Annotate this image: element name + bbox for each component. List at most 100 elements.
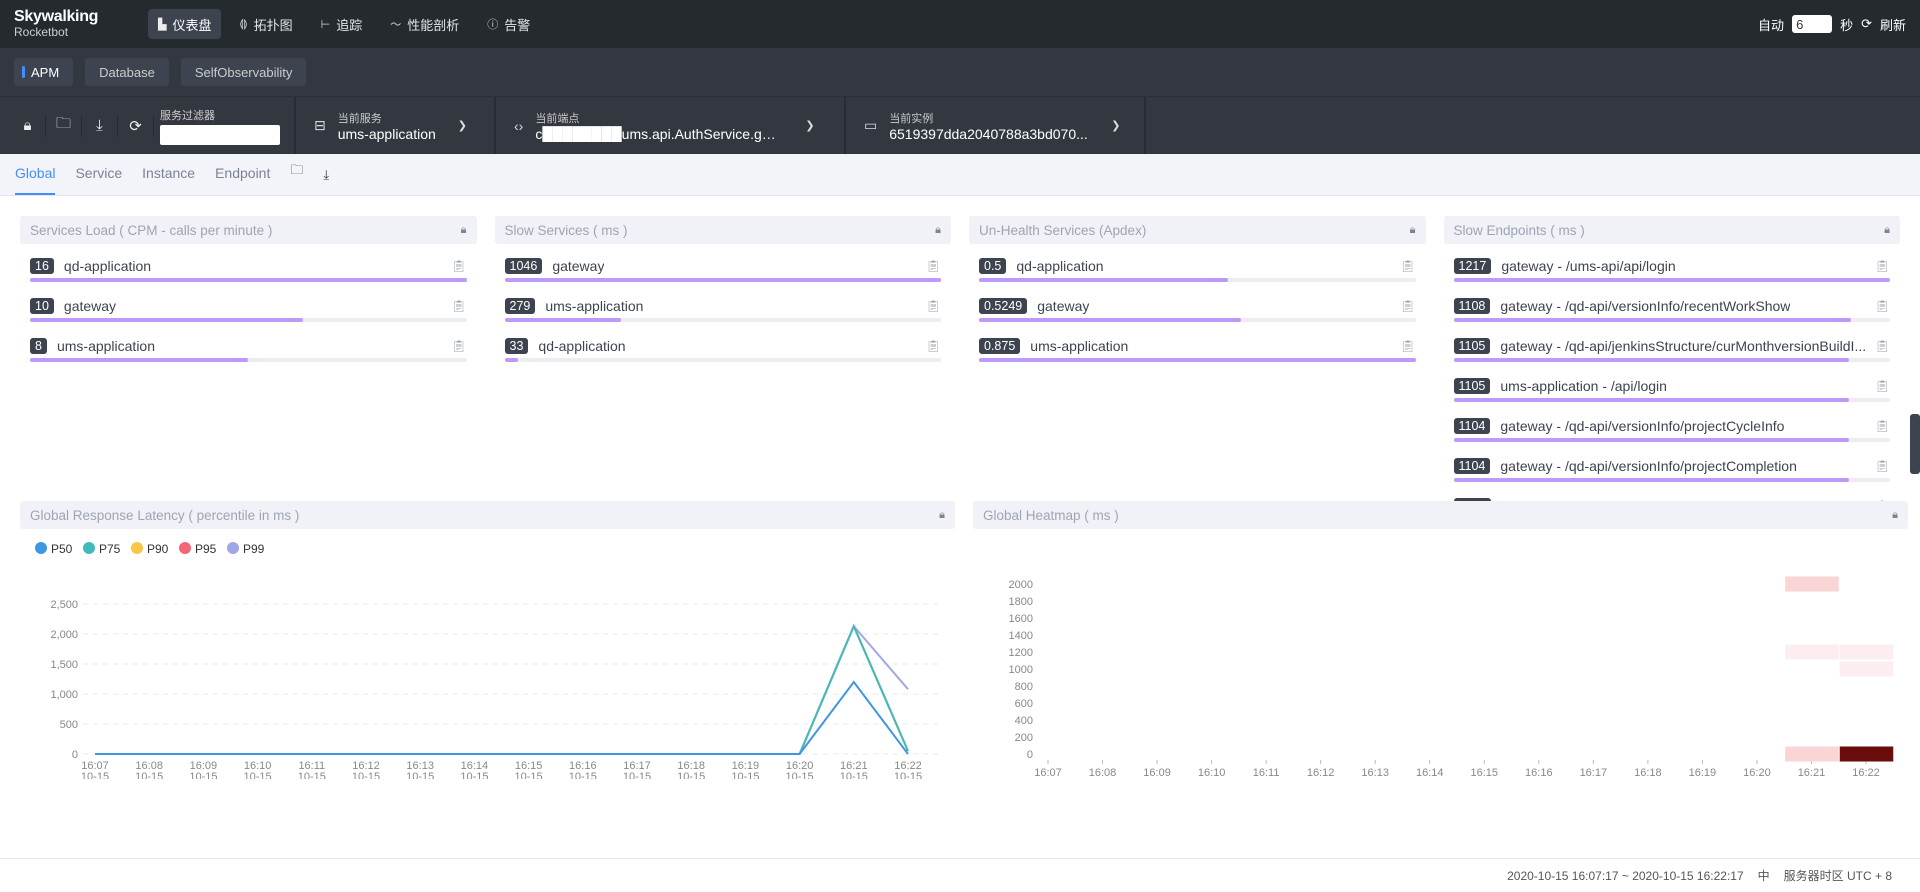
list-item[interactable]: 0.5 qd-application 📋︎: [979, 250, 1416, 290]
subtab-apm[interactable]: APM: [14, 58, 74, 86]
list-item[interactable]: 8 ums-application 📋︎: [30, 330, 467, 370]
copy-icon[interactable]: 📋︎: [1875, 259, 1890, 273]
instance-selector[interactable]: ▭ 当前实例 6519397dda2040788a3bd070... ❯: [846, 97, 1146, 154]
nav-item-4[interactable]: ⓘ 告警: [477, 9, 540, 39]
lock-icon[interactable]: 🔒︎: [1884, 224, 1890, 237]
instance-selector-label: 当前实例: [889, 112, 934, 125]
refresh-controls: 自动 秒 ⟳ 刷新: [1758, 15, 1906, 34]
nav-item-2[interactable]: ⊢ 追踪: [311, 9, 373, 39]
copy-icon[interactable]: 📋︎: [1400, 299, 1415, 313]
folder-icon[interactable]: 🗀: [290, 161, 303, 195]
legend-marker-p95: [179, 542, 191, 554]
list-item[interactable]: 33 qd-application 📋︎: [504, 330, 941, 370]
value-badge: 16: [30, 258, 54, 274]
series-line-p75: [95, 623, 909, 755]
copy-icon[interactable]: 📋︎: [1875, 459, 1890, 473]
metric-card: Services Load ( CPM - calls per minute )…: [20, 216, 477, 501]
nav-item-3[interactable]: 〜性能剖析: [380, 9, 469, 39]
copy-icon[interactable]: 📋︎: [926, 259, 941, 273]
list-item[interactable]: 0.5249 gateway 📋︎: [979, 290, 1416, 330]
language-toggle[interactable]: 中: [1758, 867, 1770, 884]
refresh-interval-input[interactable]: [1792, 15, 1833, 33]
scrollbar-handle[interactable]: [1910, 414, 1920, 474]
copy-icon[interactable]: 📋︎: [451, 339, 466, 353]
lock-icon[interactable]: 🔒︎: [935, 224, 941, 237]
copy-icon[interactable]: 📋︎: [926, 299, 941, 313]
list-item[interactable]: 1104 gateway - /qd-api/versionInfo/projec…: [1453, 450, 1890, 490]
list-item[interactable]: 1105 ums-application - /api/login 📋︎: [1453, 370, 1890, 410]
progress-track: [979, 358, 1416, 362]
endpoint-selector-value: c████████ums.api.AuthService.getO...: [535, 125, 784, 142]
copy-icon[interactable]: 📋︎: [926, 339, 941, 353]
value-badge: 1105: [1453, 338, 1491, 354]
lock-icon[interactable]: 🔒︎: [1892, 509, 1898, 522]
tab-instance[interactable]: Instance: [142, 165, 195, 195]
copy-icon[interactable]: 📋︎: [451, 259, 466, 273]
copy-icon[interactable]: 📋︎: [1875, 379, 1890, 393]
x-tick-label: 16:0910-15: [1143, 767, 1171, 779]
service-filter-input[interactable]: [160, 125, 280, 145]
x-tick-label: 16:2010-15: [1743, 767, 1771, 779]
subtab-label: SelfObservability: [194, 64, 293, 80]
item-name: qd-application: [538, 338, 626, 354]
folder-icon[interactable]: 🗀: [46, 114, 82, 137]
instance-selector-value: 6519397dda2040788a3bd070...: [889, 125, 1088, 142]
value-badge: 0.875: [979, 338, 1021, 354]
lock-icon[interactable]: 🔒︎: [939, 509, 945, 522]
download-icon[interactable]: ⤓: [323, 167, 329, 195]
auto-refresh-toggle[interactable]: 自动: [1758, 15, 1784, 34]
x-tick-label: 16:1710-15: [1579, 767, 1607, 779]
lock-icon[interactable]: 🔒︎: [10, 114, 46, 137]
subtab-database[interactable]: Database: [85, 58, 169, 86]
card-title: Slow Services ( ms ): [504, 222, 628, 238]
item-name: ums-application: [56, 338, 156, 354]
refresh-icon[interactable]: ⟳: [1861, 16, 1872, 32]
lock-icon[interactable]: 🔒︎: [1410, 224, 1416, 237]
nav-item-1[interactable]: ⟬⟭ 拓扑图: [229, 9, 302, 39]
list-item[interactable]: 1097gateway - /qd-api/jenkinsStructure/p…: [1453, 490, 1890, 501]
reload-icon[interactable]: ⟳: [118, 114, 154, 137]
topology-icon: ⟬⟭: [239, 17, 248, 30]
x-tick-label: 16:1610-15: [569, 760, 597, 779]
copy-icon[interactable]: 📋︎: [1875, 299, 1890, 313]
list-item[interactable]: 16 qd-application 📋︎: [30, 250, 467, 290]
progress-track: [979, 278, 1416, 282]
list-item[interactable]: 1105 gateway - /qd-api/jenkinsStructure/c…: [1453, 330, 1890, 370]
card-header: Services Load ( CPM - calls per minute )…: [20, 216, 477, 244]
time-range[interactable]: 2020-10-15 16:07:17 ~ 2020-10-15 16:22:1…: [1507, 869, 1744, 883]
tab-global[interactable]: Global: [15, 165, 56, 195]
list-item[interactable]: 1104 gateway - /qd-api/versionInfo/projec…: [1453, 410, 1890, 450]
list-item[interactable]: 0.875 ums-application 📋︎: [979, 330, 1416, 370]
x-tick-label: 16:1810-15: [677, 760, 705, 779]
tab-service[interactable]: Service: [75, 165, 122, 195]
copy-icon[interactable]: 📋︎: [451, 299, 466, 313]
progress-fill: [1453, 478, 1849, 482]
list-item[interactable]: 1046 gateway 📋︎: [504, 250, 941, 290]
latency-chart-title: Global Response Latency ( percentile in …: [30, 507, 300, 523]
x-tick-label: 16:1710-15: [623, 760, 651, 779]
tab-endpoint[interactable]: Endpoint: [215, 165, 270, 195]
metric-card: Un-Health Services (Apdex) 🔒︎ 0.5 qd-applic…: [969, 216, 1426, 501]
copy-icon[interactable]: 📋︎: [1875, 339, 1890, 353]
service-filter-label: 服务过滤器: [160, 110, 215, 122]
endpoint-selector[interactable]: ‹› 当前端点 c████████ums.api.AuthService.getO…: [496, 97, 846, 154]
copy-icon[interactable]: 📋︎: [1400, 339, 1415, 353]
service-selector[interactable]: ⊟ 当前服务 ums-application ❯: [296, 97, 496, 154]
heatmap-cell: [1785, 746, 1839, 762]
list-item[interactable]: 1108 gateway - /qd-api/versionInfo/recent…: [1453, 290, 1890, 330]
list-item[interactable]: 279 ums-application 📋︎: [504, 290, 941, 330]
heatmap-cell: [1839, 661, 1894, 677]
subtab-selfobservability[interactable]: SelfObservability: [180, 58, 307, 86]
copy-icon[interactable]: 📋︎: [1400, 259, 1415, 273]
lock-icon[interactable]: 🔒︎: [461, 224, 467, 237]
list-item[interactable]: 10 gateway 📋︎: [30, 290, 467, 330]
chevron-down-icon: ❯: [457, 120, 468, 132]
heatmap-cell: [1839, 746, 1894, 762]
y-tick-label: 0: [72, 749, 78, 761]
copy-icon[interactable]: 📋︎: [1875, 419, 1890, 433]
download-icon[interactable]: ⤓: [82, 114, 118, 137]
item-name: qd-application: [63, 258, 152, 274]
nav-item-0[interactable]: ▙ 仪表盘: [148, 9, 222, 39]
list-item[interactable]: 1217 gateway - /ums-api/api/login 📋︎: [1453, 250, 1890, 290]
refresh-button[interactable]: 刷新: [1880, 15, 1906, 34]
